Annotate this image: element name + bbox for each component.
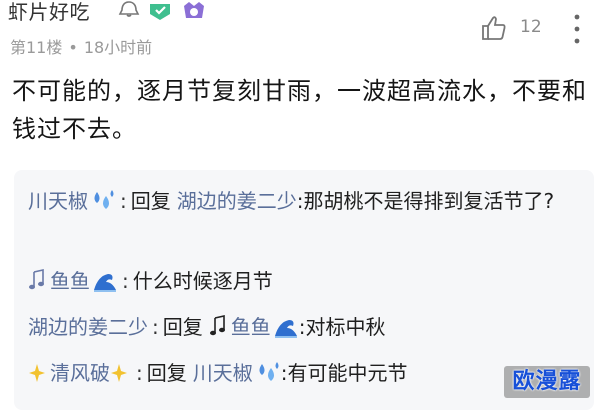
reply-item[interactable]: 清风破: 回复 川天椒:有可能中元节 [28,356,586,390]
green-badge-icon [146,0,174,22]
reply-item[interactable]: 鱼鱼: 什么时候逐月节 [28,264,586,298]
comment-meta: 第11楼 • 18小时前 [10,34,152,58]
reply-item[interactable]: 湖边的姜二少: 回复 鱼鱼:对标中秋 [28,310,586,344]
reply-word: 回复 [130,189,171,213]
follow-bell-icon[interactable] [118,0,140,18]
music-note-emoji [28,267,46,290]
reply-target[interactable]: 鱼鱼 [231,315,271,339]
wave-emoji [92,268,118,292]
reply-item[interactable]: 川天椒: 回复 湖边的姜二少:那胡桃不是得排到复活节了? [28,184,573,218]
comment-header: 虾片好吃 第11楼 • 18小时前 12 [0,0,594,62]
water-drops-emoji [90,188,116,212]
reply-target[interactable]: 川天椒 [193,361,253,385]
reply-target[interactable]: 湖边的姜二少 [177,189,297,213]
reply-text: :那胡桃不是得排到复活节了? [296,189,555,213]
music-note-emoji [209,313,227,336]
timestamp: 18小时前 [83,38,153,57]
sparkles-emoji [110,359,128,382]
reply-word: 回复 [146,361,187,385]
reply-text: :对标中秋 [298,315,386,339]
water-drops-emoji [255,360,281,384]
like-button[interactable]: 12 [480,14,550,44]
floor-number: 第11楼 [10,38,63,57]
like-count: 12 [520,17,542,37]
username[interactable]: 虾片好吃 [8,0,90,25]
purple-badge-icon [180,0,208,22]
reply-word: 回复 [162,315,203,339]
sparkles-emoji [28,359,46,382]
reply-text: :有可能中元节 [280,361,408,385]
more-vertical-icon[interactable] [568,12,586,46]
thumbs-up-icon[interactable] [480,14,508,42]
reply-author[interactable]: 川天椒 [28,189,88,213]
comment-body: 不可能的，逐月节复刻甘雨，一波超高流水，不要和钱过不去。 [12,77,587,143]
watermark: 欧漫露 [504,366,590,398]
reply-author[interactable]: 湖边的姜二少 [28,315,148,339]
reply-author[interactable]: 鱼鱼 [50,269,90,293]
wave-emoji [273,314,299,338]
reply-text: 什么时候逐月节 [132,269,273,293]
reply-author[interactable]: 清风破 [50,361,110,385]
meta-separator: • [68,38,78,57]
